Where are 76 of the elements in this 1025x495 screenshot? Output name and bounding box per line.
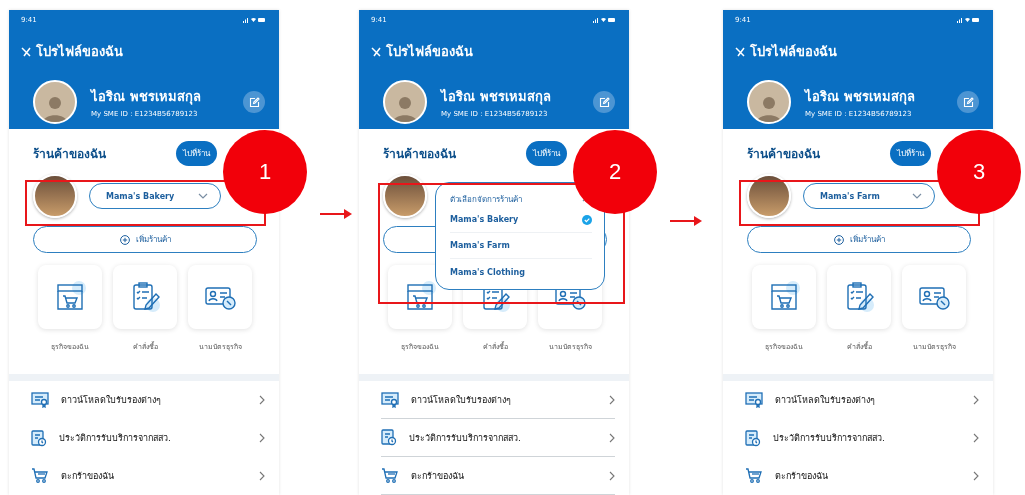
store-option[interactable]: Mama's Clothing	[450, 259, 592, 286]
shortcut-tile[interactable]	[752, 265, 816, 330]
chevron-right-icon	[973, 395, 979, 405]
screen-title: โปรไฟล์ของฉัน	[750, 43, 837, 61]
section-title: ร้านค้าของฉัน	[33, 146, 106, 163]
store-option[interactable]: Mama's Farm	[450, 233, 592, 260]
store-dropdown[interactable]: Mama's Farm	[803, 183, 935, 210]
section-title: ร้านค้าของฉัน	[747, 146, 820, 163]
add-store-button[interactable]: เพิ่มร้านค้า	[747, 226, 971, 254]
menu-item[interactable]: ดาวน์โหลดใบรับรองต่างๆ	[381, 381, 615, 419]
close-icon[interactable]	[735, 46, 745, 57]
screen-title: โปรไฟล์ของฉัน	[386, 43, 473, 61]
go-to-store-button[interactable]: ไปที่ร้าน	[526, 141, 567, 166]
chevron-right-icon	[259, 395, 265, 405]
chevron-down-icon	[912, 193, 922, 200]
shortcut-tile[interactable]	[827, 265, 891, 330]
chevron-right-icon	[259, 471, 265, 481]
status-icons	[957, 17, 979, 23]
shortcut-tile[interactable]	[38, 265, 102, 330]
cart-icon	[745, 468, 763, 484]
chevron-right-icon	[973, 433, 979, 443]
menu-item[interactable]: ตะกร้าของฉัน	[745, 457, 979, 495]
edit-icon	[248, 96, 260, 108]
chevron-right-icon	[609, 432, 615, 443]
close-icon[interactable]	[21, 46, 31, 57]
chevron-right-icon	[973, 471, 979, 481]
photo-placeholder	[33, 174, 77, 219]
shortcut-tile[interactable]	[113, 265, 177, 330]
menu-item[interactable]: ดาวน์โหลดใบรับรองต่างๆ	[31, 381, 265, 419]
document-clock-icon	[31, 429, 47, 447]
close-icon[interactable]	[371, 46, 381, 57]
edit-button[interactable]	[593, 91, 615, 113]
certificate-icon	[745, 392, 763, 408]
menu-item[interactable]: ตะกร้าของฉัน	[31, 457, 265, 495]
status-icons	[593, 17, 615, 23]
edit-button[interactable]	[957, 91, 979, 113]
plus-circle-icon	[833, 235, 844, 245]
plus-circle-icon	[119, 235, 130, 245]
status-icons	[243, 17, 265, 23]
edit-icon	[962, 96, 974, 108]
menu-heading: ตัวเลือกจัดการร้านค้า	[450, 194, 522, 206]
document-clock-icon	[381, 429, 397, 446]
arrow-icon	[670, 216, 702, 226]
shortcut-tile[interactable]	[188, 265, 252, 330]
cart-icon	[31, 468, 49, 484]
menu-item[interactable]: ประวัติการรับบริการจากสสว.	[381, 419, 615, 457]
profile-name: ไอริณ พชรเหมสกุล	[91, 88, 202, 107]
profile-name: ไอริณ พชรเหมสกุล	[805, 88, 916, 107]
chevron-right-icon	[259, 433, 265, 443]
arrow-icon	[320, 209, 352, 219]
shortcut-tile[interactable]	[902, 265, 966, 330]
menu-item[interactable]: ตะกร้าของฉัน	[381, 457, 615, 495]
screen-title: โปรไฟล์ของฉัน	[36, 43, 123, 61]
cart-icon	[381, 467, 399, 484]
store-dropdown[interactable]: Mama's Bakery	[89, 183, 221, 210]
step-number: 1	[223, 130, 307, 214]
photo-placeholder	[383, 174, 427, 219]
edit-button[interactable]	[243, 91, 265, 113]
certificate-icon	[381, 391, 399, 408]
menu-item[interactable]: ประวัติการรับบริการจากสสว.	[745, 419, 979, 457]
profile-name: ไอริณ พชรเหมสกุล	[441, 88, 552, 107]
edit-icon	[598, 96, 610, 108]
chevron-right-icon	[609, 394, 615, 405]
section-title: ร้านค้าของฉัน	[383, 146, 456, 163]
menu-item[interactable]: ประวัติการรับบริการจากสสว.	[31, 419, 265, 457]
photo-placeholder	[747, 174, 791, 219]
document-clock-icon	[745, 429, 761, 447]
menu-item[interactable]: ดาวน์โหลดใบรับรองต่างๆ	[745, 381, 979, 419]
step-number: 2	[573, 130, 657, 214]
go-to-store-button[interactable]: ไปที่ร้าน	[176, 141, 217, 166]
add-store-button[interactable]: เพิ่มร้านค้า	[33, 226, 257, 254]
go-to-store-button[interactable]: ไปที่ร้าน	[890, 141, 931, 166]
chevron-down-icon	[198, 193, 208, 200]
certificate-icon	[31, 392, 49, 408]
store-option[interactable]: Mama's Bakery	[450, 207, 592, 234]
chevron-right-icon	[609, 470, 615, 481]
